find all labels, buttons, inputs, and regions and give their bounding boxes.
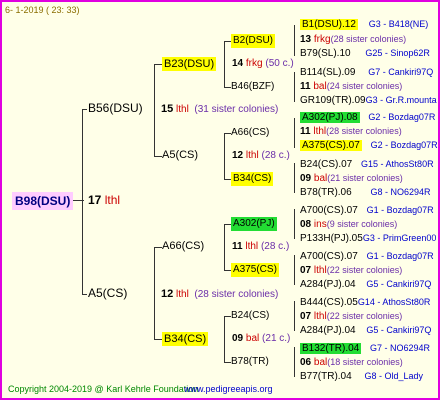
connector bbox=[294, 72, 295, 102]
connector bbox=[294, 209, 295, 239]
connector bbox=[154, 339, 162, 340]
g3-queen[interactable]: A302(PJ) bbox=[231, 217, 277, 231]
connector bbox=[82, 294, 87, 295]
connector bbox=[224, 362, 231, 363]
g2-gen-info: 14 frkg (50 c.) bbox=[232, 58, 294, 69]
connector bbox=[294, 347, 295, 377]
root-queen[interactable]: B98(DSU) bbox=[12, 192, 74, 210]
g4-row[interactable]: A375(CS).07 G2 - Bozdag07R bbox=[300, 139, 438, 153]
g4-row[interactable]: A302(PJ).08 G2 - Bozdag07R bbox=[300, 111, 435, 125]
g3-queen[interactable]: A66(CS) bbox=[231, 127, 269, 139]
g4-sister-row: 07 lthl(22 sister colonies) bbox=[300, 311, 403, 322]
g2-queen[interactable]: B34(CS) bbox=[162, 332, 209, 346]
g4-row[interactable]: B78(TR).06 G8 - NO6294R bbox=[300, 186, 431, 199]
g2-gen-info: 12 lthl (28 c.) bbox=[232, 150, 290, 161]
header-date: 6- 1-2019 ( 23: 33) bbox=[5, 5, 80, 15]
connector bbox=[294, 301, 295, 331]
g2-queen[interactable]: A5(CS) bbox=[162, 149, 198, 161]
g4-row[interactable]: B77(TR).04 G8 - Old_Lady bbox=[300, 370, 423, 383]
g4-row[interactable]: B444(CS).05G14 - AthosSt80R bbox=[300, 296, 430, 309]
g3-queen[interactable]: B34(CS) bbox=[231, 172, 274, 186]
connector bbox=[154, 64, 162, 65]
g4-sister-row: 11 lthl(28 sister colonies) bbox=[300, 126, 402, 137]
connector bbox=[82, 109, 87, 110]
pedigree-frame: 6- 1-2019 ( 23: 33) Copyright 2004-2019 … bbox=[0, 0, 440, 400]
g4-row[interactable]: GR109(TR).09G3 - Gr.R.mounta bbox=[300, 94, 437, 107]
g3-queen[interactable]: B2(DSU) bbox=[231, 34, 276, 48]
footer-website-link[interactable]: www.pedigreeapis.org bbox=[184, 383, 273, 395]
g4-row[interactable]: A284(PJ).04 G5 - Cankiri97Q bbox=[300, 278, 431, 291]
g2-queen[interactable]: B23(DSU) bbox=[162, 57, 217, 71]
connector bbox=[154, 64, 155, 156]
g1-queen[interactable]: B56(DSU) bbox=[88, 102, 143, 114]
g4-sister-row: 09 bal(21 sister colonies) bbox=[300, 173, 403, 184]
g4-row[interactable]: B132(TR).04 G7 - NO6294R bbox=[300, 342, 430, 356]
g4-row[interactable]: B1(DSU).12 G3 - B418(NE) bbox=[300, 18, 428, 32]
g4-row[interactable]: A700(CS).07 G1 - Bozdag07R bbox=[300, 250, 434, 263]
g2-gen-info: 11 lthl (28 c.) bbox=[232, 241, 290, 252]
g4-sister-row: 13 frkg(28 sister colonies) bbox=[300, 34, 407, 45]
connector bbox=[224, 41, 231, 42]
connector bbox=[154, 156, 162, 157]
g4-row[interactable]: B24(CS).07 G15 - AthosSt80R bbox=[300, 158, 434, 171]
g4-row[interactable]: P133H(PJ).05G3 - PrimGreen00 bbox=[300, 232, 436, 245]
g4-row[interactable]: A284(PJ).04 G5 - Cankiri97Q bbox=[300, 324, 431, 337]
connector bbox=[224, 316, 225, 362]
g4-sister-row: 06 bal(18 sister colonies) bbox=[300, 357, 403, 368]
g3-queen[interactable]: B46(BZF) bbox=[231, 81, 274, 93]
g3-queen[interactable]: B24(CS) bbox=[231, 310, 269, 322]
connector bbox=[224, 224, 225, 270]
connector bbox=[224, 224, 231, 225]
connector bbox=[224, 87, 231, 88]
connector bbox=[82, 109, 83, 294]
g4-sister-row: 11 bal(24 sister colonies) bbox=[300, 81, 403, 92]
connector bbox=[294, 255, 295, 285]
g4-sister-row: 07 lthl(22 sister colonies) bbox=[300, 265, 403, 276]
g1-gen-info: 12 lthl (28 sister colonies) bbox=[161, 288, 279, 300]
connector bbox=[224, 316, 231, 317]
g4-row[interactable]: B114(SL).09 G7 - Cankiri97Q bbox=[300, 66, 433, 79]
connector bbox=[224, 41, 225, 87]
g1-gen-info: 15 lthl (31 sister colonies) bbox=[161, 103, 279, 115]
connector bbox=[224, 133, 225, 179]
g4-row[interactable]: B79(SL).10 G25 - Sinop62R bbox=[300, 47, 430, 60]
connector bbox=[154, 247, 155, 339]
g1-queen[interactable]: A5(CS) bbox=[88, 287, 127, 299]
connector bbox=[294, 163, 295, 193]
connector bbox=[224, 270, 231, 271]
g3-queen[interactable]: B78(TR) bbox=[231, 356, 269, 368]
root-gen-info: 17 lthl bbox=[88, 193, 121, 207]
g2-queen[interactable]: A66(CS) bbox=[162, 240, 204, 252]
g2-gen-info: 09 bal (21 c.) bbox=[232, 333, 291, 344]
g3-queen[interactable]: A375(CS) bbox=[231, 263, 279, 277]
g4-row[interactable]: A700(CS).07 G1 - Bozdag07R bbox=[300, 204, 434, 217]
connector bbox=[224, 133, 231, 134]
connector bbox=[224, 179, 231, 180]
connector bbox=[294, 118, 295, 148]
footer-copyright: Copyright 2004-2019 @ Karl Kehrle Founda… bbox=[8, 384, 199, 394]
connector bbox=[154, 247, 162, 248]
g4-sister-row: 08 ins(9 sister colonies) bbox=[300, 219, 398, 230]
connector bbox=[294, 25, 295, 56]
